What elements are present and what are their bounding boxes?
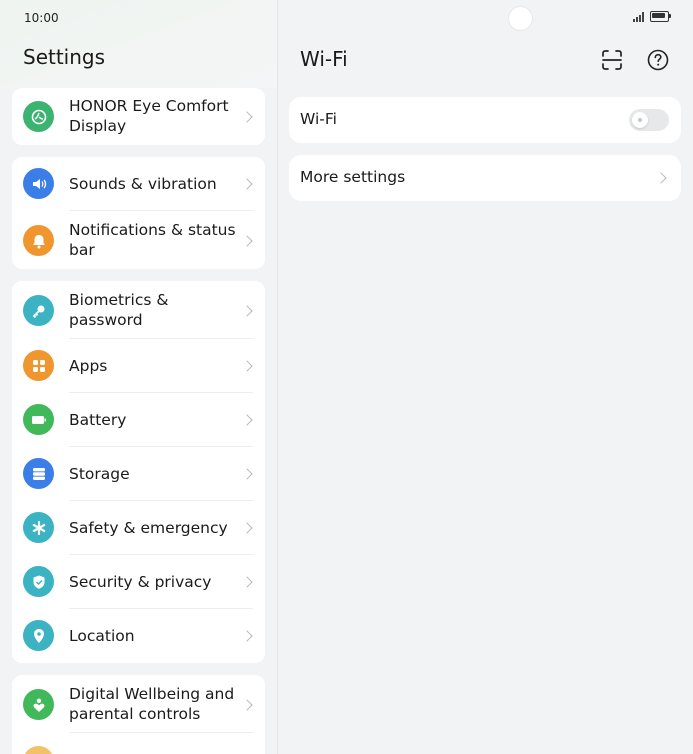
battery-icon xyxy=(23,404,54,435)
page-title: Wi-Fi xyxy=(300,47,348,71)
chevron-right-icon xyxy=(241,305,253,317)
apps-icon xyxy=(23,350,54,381)
settings-group-sound: Sounds & vibration Notifications & statu… xyxy=(12,157,265,269)
settings-item-partial[interactable] xyxy=(12,733,265,754)
chevron-right-icon xyxy=(241,414,253,426)
settings-item-notifications[interactable]: Notifications & status bar xyxy=(12,211,265,269)
signal-icon xyxy=(633,11,644,22)
settings-item-battery[interactable]: Battery xyxy=(12,393,265,447)
settings-group-display: HONOR Eye Comfort Display xyxy=(12,88,265,145)
settings-item-label: Notifications & status bar xyxy=(69,221,236,259)
status-time: 10:00 xyxy=(24,11,59,25)
settings-item-eye-comfort[interactable]: HONOR Eye Comfort Display xyxy=(12,88,265,145)
settings-item-sounds[interactable]: Sounds & vibration xyxy=(12,157,265,211)
heart-person-icon xyxy=(23,689,54,720)
storage-icon xyxy=(23,458,54,489)
settings-item-security[interactable]: Security & privacy xyxy=(12,555,265,609)
chevron-right-icon xyxy=(241,360,253,372)
settings-group-system: Biometrics & password Apps Battery Stora… xyxy=(12,281,265,663)
settings-item-label: Digital Wellbeing and parental controls xyxy=(69,685,235,723)
status-icons xyxy=(633,11,671,22)
settings-pane: 10:00 Settings HONOR Eye Comfort Display… xyxy=(0,0,277,754)
chevron-right-icon xyxy=(241,111,253,123)
camera-cutout xyxy=(508,6,533,31)
wifi-toggle-row[interactable]: Wi-Fi xyxy=(289,97,681,143)
settings-item-label: Sounds & vibration xyxy=(69,175,217,193)
scan-button[interactable] xyxy=(599,47,625,73)
settings-item-label: HONOR Eye Comfort Display xyxy=(69,97,229,135)
settings-item-location[interactable]: Location xyxy=(12,609,265,663)
chevron-right-icon xyxy=(241,468,253,480)
settings-group-wellbeing: Digital Wellbeing and parental controls xyxy=(12,675,265,754)
settings-item-label: Biometrics & password xyxy=(69,291,169,329)
settings-item-label: Battery xyxy=(69,411,127,429)
settings-item-label: Safety & emergency xyxy=(69,519,228,537)
scan-icon xyxy=(602,50,622,70)
chevron-right-icon xyxy=(241,235,253,247)
settings-item-label: Security & privacy xyxy=(69,573,212,591)
chevron-right-icon xyxy=(241,630,253,642)
chevron-right-icon xyxy=(241,576,253,588)
battery-status-icon xyxy=(650,11,671,22)
bell-icon xyxy=(23,225,54,256)
eye-comfort-icon xyxy=(23,101,54,132)
toggle-knob xyxy=(632,112,648,128)
shield-icon xyxy=(23,566,54,597)
chevron-right-icon xyxy=(655,172,667,184)
page-title: Settings xyxy=(23,45,106,69)
wifi-toggle-label: Wi-Fi xyxy=(300,110,337,128)
help-button[interactable] xyxy=(645,47,671,73)
wifi-toggle-switch[interactable] xyxy=(629,109,669,131)
more-settings-row[interactable]: More settings xyxy=(289,155,681,201)
chevron-right-icon xyxy=(241,522,253,534)
settings-item-label: Location xyxy=(69,627,135,645)
settings-item-label: Apps xyxy=(69,357,108,375)
settings-item-digital-wellbeing[interactable]: Digital Wellbeing and parental controls xyxy=(12,675,265,733)
settings-item-label: Storage xyxy=(69,465,130,483)
settings-item-safety[interactable]: Safety & emergency xyxy=(12,501,265,555)
settings-item-storage[interactable]: Storage xyxy=(12,447,265,501)
settings-item-biometrics[interactable]: Biometrics & password xyxy=(12,281,265,339)
location-pin-icon xyxy=(23,620,54,651)
key-icon xyxy=(23,295,54,326)
more-settings-label: More settings xyxy=(300,168,406,186)
speaker-icon xyxy=(23,168,54,199)
asterisk-icon xyxy=(23,512,54,543)
question-mark-icon xyxy=(647,49,669,71)
chevron-right-icon xyxy=(241,178,253,190)
settings-item-apps[interactable]: Apps xyxy=(12,339,265,393)
partial-icon xyxy=(23,746,54,754)
